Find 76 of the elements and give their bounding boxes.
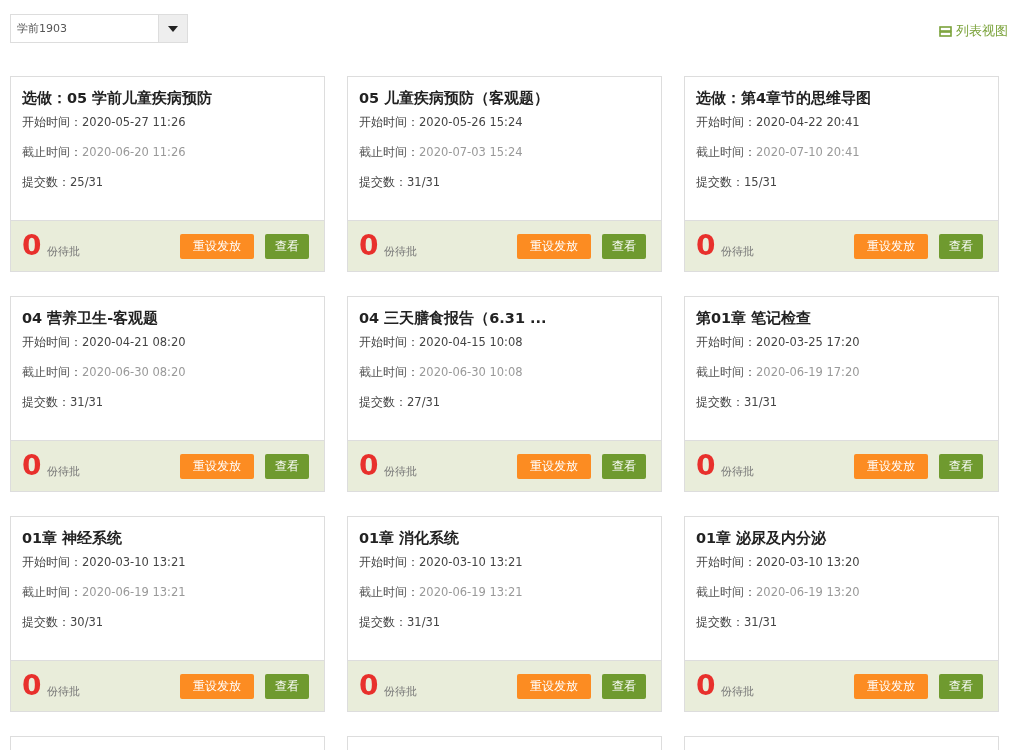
submit-count: 提交数：31/31	[696, 614, 779, 630]
list-icon	[939, 25, 952, 37]
reset-button[interactable]: 重设发放	[517, 233, 591, 259]
pending-count: 0	[22, 672, 42, 700]
pending-label: 份待批	[721, 463, 756, 479]
view-button[interactable]: 查看	[939, 233, 983, 259]
pending-label: 份待批	[47, 463, 82, 479]
submit-count: 提交数：31/31	[696, 394, 779, 410]
pending-label: 份待批	[384, 683, 419, 699]
submit-count: 提交数：15/31	[696, 174, 779, 190]
card-title: 04 营养卫生-客观题	[22, 309, 160, 328]
pending-label: 份待批	[384, 463, 419, 479]
card-title: 选做：第4章节的思维导图	[696, 89, 873, 108]
submit-count: 提交数：25/31	[22, 174, 105, 190]
end-time: 截止时间：2020-06-19 17:20	[696, 364, 861, 380]
class-select[interactable]: 学前1903	[10, 14, 188, 43]
start-time: 开始时间：2020-04-15 10:08	[359, 334, 524, 350]
end-time: 截止时间：2020-06-19 13:21	[22, 584, 187, 600]
end-time: 截止时间：2020-06-30 08:20	[22, 364, 187, 380]
start-time: 开始时间：2020-03-25 17:20	[696, 334, 861, 350]
reset-button[interactable]: 重设发放	[854, 453, 928, 479]
pending-count: 0	[22, 452, 42, 480]
reset-button[interactable]: 重设发放	[854, 673, 928, 699]
start-time: 开始时间：2020-03-10 13:20	[696, 554, 861, 570]
reset-button[interactable]: 重设发放	[180, 233, 254, 259]
pending-label: 份待批	[721, 683, 756, 699]
end-time: 截止时间：2020-07-03 15:24	[359, 144, 524, 160]
end-time: 截止时间：2020-06-30 10:08	[359, 364, 524, 380]
start-time: 开始时间：2020-04-21 08:20	[22, 334, 187, 350]
reset-button[interactable]: 重设发放	[180, 673, 254, 699]
pending-count: 0	[696, 232, 716, 260]
card-title: 04 三天膳食报告（6.31 ...	[359, 309, 548, 328]
pending-label: 份待批	[384, 243, 419, 259]
end-time: 截止时间：2020-07-10 20:41	[696, 144, 861, 160]
card-title: 05 儿童疾病预防（客观题）	[359, 89, 551, 108]
submit-count: 提交数：27/31	[359, 394, 442, 410]
card-title: 01章 神经系统	[22, 529, 124, 548]
card-title: 01章 泌尿及内分泌	[696, 529, 828, 548]
pending-count: 0	[359, 672, 379, 700]
end-time: 截止时间：2020-06-19 13:21	[359, 584, 524, 600]
pending-label: 份待批	[47, 243, 82, 259]
reset-button[interactable]: 重设发放	[517, 673, 591, 699]
view-button[interactable]: 查看	[265, 453, 309, 479]
card-title: 第01章 笔记检查	[696, 309, 813, 328]
view-button[interactable]: 查看	[939, 453, 983, 479]
submit-count: 提交数：31/31	[359, 174, 442, 190]
card-title: 01章 消化系统	[359, 529, 461, 548]
reset-button[interactable]: 重设发放	[180, 453, 254, 479]
pending-count: 0	[22, 232, 42, 260]
end-time: 截止时间：2020-06-20 11:26	[22, 144, 187, 160]
start-time: 开始时间：2020-03-10 13:21	[359, 554, 524, 570]
submit-count: 提交数：30/31	[22, 614, 105, 630]
pending-count: 0	[359, 452, 379, 480]
start-time: 开始时间：2020-05-26 15:24	[359, 114, 524, 130]
reset-button[interactable]: 重设发放	[517, 453, 591, 479]
view-button[interactable]: 查看	[602, 673, 646, 699]
start-time: 开始时间：2020-05-27 11:26	[22, 114, 187, 130]
pending-label: 份待批	[721, 243, 756, 259]
dropdown-arrow-icon	[168, 25, 178, 32]
pending-count: 0	[359, 232, 379, 260]
pending-label: 份待批	[47, 683, 82, 699]
start-time: 开始时间：2020-03-10 13:21	[22, 554, 187, 570]
view-button[interactable]: 查看	[602, 453, 646, 479]
card-title: 选做：05 学前儿童疾病预防	[22, 89, 214, 108]
start-time: 开始时间：2020-04-22 20:41	[696, 114, 861, 130]
view-button[interactable]: 查看	[265, 233, 309, 259]
view-button[interactable]: 查看	[265, 673, 309, 699]
reset-button[interactable]: 重设发放	[854, 233, 928, 259]
view-button[interactable]: 查看	[602, 233, 646, 259]
pending-count: 0	[696, 452, 716, 480]
submit-count: 提交数：31/31	[359, 614, 442, 630]
pending-count: 0	[696, 672, 716, 700]
end-time: 截止时间：2020-06-19 13:20	[696, 584, 861, 600]
submit-count: 提交数：31/31	[22, 394, 105, 410]
view-button[interactable]: 查看	[939, 673, 983, 699]
list-view-link[interactable]: 列表视图	[939, 22, 1008, 40]
